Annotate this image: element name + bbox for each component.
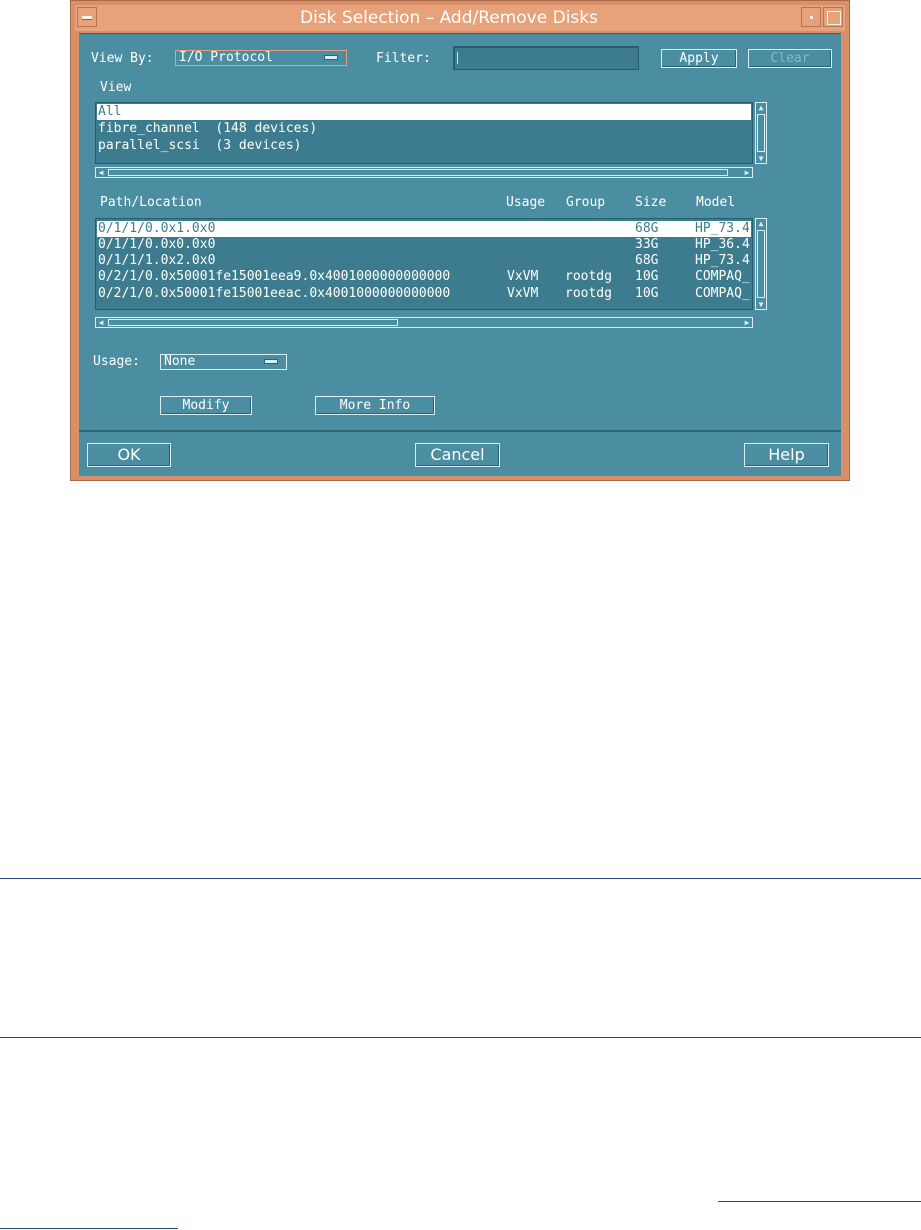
scroll-left-icon[interactable]: ◀: [96, 318, 106, 327]
text-caret: [457, 52, 458, 64]
horizontal-rule: [0, 1037, 921, 1038]
view-list-vscrollbar[interactable]: ▲ ▼: [755, 102, 767, 164]
scroll-thumb[interactable]: [108, 319, 398, 326]
column-header-path[interactable]: Path/Location: [100, 195, 202, 211]
usage-value: None: [164, 354, 196, 369]
help-button[interactable]: Help: [744, 443, 829, 467]
column-header-model[interactable]: Model: [696, 195, 735, 211]
clear-button[interactable]: Clear: [748, 49, 832, 68]
dialog-window: Disk Selection – Add/Remove Disks View B…: [70, 0, 850, 481]
cell-model: HP_73.4: [695, 221, 750, 236]
list-item[interactable]: fibre_channel (148 devices): [97, 121, 751, 137]
scroll-left-icon[interactable]: ◀: [96, 168, 106, 177]
scroll-up-icon[interactable]: ▲: [757, 103, 765, 112]
minimize-button[interactable]: [801, 7, 821, 27]
cell-path: 0/1/1/0.0x1.0x0: [98, 221, 216, 236]
horizontal-rule: [0, 1228, 178, 1229]
cell-group: rootdg: [565, 286, 612, 301]
more-info-button[interactable]: More Info: [315, 396, 435, 415]
scroll-up-icon[interactable]: ▲: [757, 219, 765, 228]
cell-model: HP_36.4: [695, 237, 750, 252]
usage-select[interactable]: None: [160, 354, 287, 370]
table-row[interactable]: 0/2/1/0.0x50001fe15001eeac.0x40010000000…: [97, 286, 751, 302]
disk-list-vscrollbar[interactable]: ▲ ▼: [755, 218, 767, 310]
view-by-value: I/O Protocol: [179, 50, 273, 65]
menu-dash-icon: [82, 16, 92, 20]
scroll-down-icon[interactable]: ▼: [757, 154, 765, 163]
cell-size: 10G: [635, 269, 659, 284]
horizontal-rule: [718, 1201, 921, 1202]
cell-size: 10G: [635, 286, 659, 301]
cell-size: 33G: [635, 237, 659, 252]
cancel-button[interactable]: Cancel: [415, 443, 500, 467]
cell-path: 0/2/1/0.0x50001fe15001eea9.0x40010000000…: [98, 269, 451, 284]
scroll-right-icon[interactable]: ▶: [742, 168, 752, 177]
cell-path: 0/1/1/0.0x0.0x0: [98, 237, 216, 252]
maximize-icon: [827, 11, 841, 25]
cell-model: COMPAQ_: [695, 286, 750, 301]
filter-input[interactable]: [453, 46, 639, 70]
table-row[interactable]: 0/1/1/0.0x1.0x0 68G HP_73.4: [97, 221, 751, 237]
usage-label: Usage:: [93, 354, 140, 369]
table-row[interactable]: 0/2/1/0.0x50001fe15001eea9.0x40010000000…: [97, 269, 751, 285]
window-menu-button[interactable]: [77, 7, 97, 27]
cell-usage: VxVM: [507, 269, 539, 284]
horizontal-rule: [0, 878, 921, 879]
column-header-usage[interactable]: Usage: [506, 195, 545, 211]
dialog-body: View By: I/O Protocol Filter: Apply Clea…: [79, 33, 841, 430]
view-list-label: View: [100, 80, 132, 95]
table-row[interactable]: 0/1/1/0.0x0.0x0 33G HP_36.4: [97, 237, 751, 253]
maximize-button[interactable]: [823, 7, 843, 27]
dialog-button-bar: OK Cancel Help: [79, 430, 841, 476]
title-bar[interactable]: Disk Selection – Add/Remove Disks: [75, 5, 845, 31]
scroll-thumb[interactable]: [757, 230, 765, 298]
cell-size: 68G: [635, 253, 659, 268]
cell-path: 0/1/1/1.0x2.0x0: [98, 253, 216, 268]
option-menu-icon: [264, 359, 278, 364]
column-header-size[interactable]: Size: [635, 195, 666, 211]
scroll-right-icon[interactable]: ▶: [742, 318, 752, 327]
view-listbox[interactable]: All fibre_channel (148 devices) parallel…: [95, 102, 753, 164]
apply-button[interactable]: Apply: [661, 49, 737, 68]
cell-usage: VxVM: [507, 286, 539, 301]
scroll-thumb[interactable]: [108, 169, 728, 176]
cell-model: HP_73.4: [695, 253, 750, 268]
window-title: Disk Selection – Add/Remove Disks: [300, 8, 598, 28]
filter-label: Filter:: [376, 51, 431, 66]
ok-button[interactable]: OK: [87, 443, 171, 467]
cell-model: COMPAQ_: [695, 269, 750, 284]
scroll-thumb[interactable]: [757, 114, 765, 152]
list-item[interactable]: parallel_scsi (3 devices): [97, 138, 751, 154]
cell-path: 0/2/1/0.0x50001fe15001eeac.0x40010000000…: [98, 286, 451, 301]
column-header-group[interactable]: Group: [566, 195, 605, 211]
minimize-icon: [810, 16, 813, 19]
disk-listbox[interactable]: 0/1/1/0.0x1.0x0 68G HP_73.4 0/1/1/0.0x0.…: [95, 218, 753, 310]
cell-size: 68G: [635, 221, 659, 236]
cell-group: rootdg: [565, 269, 612, 284]
view-by-label: View By:: [91, 51, 154, 66]
view-by-select[interactable]: I/O Protocol: [175, 50, 347, 66]
option-menu-icon: [324, 55, 338, 60]
disk-list-hscrollbar[interactable]: ◀ ▶: [95, 317, 753, 328]
table-row[interactable]: 0/1/1/1.0x2.0x0 68G HP_73.4: [97, 253, 751, 269]
list-item[interactable]: All: [97, 104, 751, 120]
scroll-down-icon[interactable]: ▼: [757, 300, 765, 309]
modify-button[interactable]: Modify: [160, 396, 252, 415]
view-list-hscrollbar[interactable]: ◀ ▶: [95, 167, 753, 178]
